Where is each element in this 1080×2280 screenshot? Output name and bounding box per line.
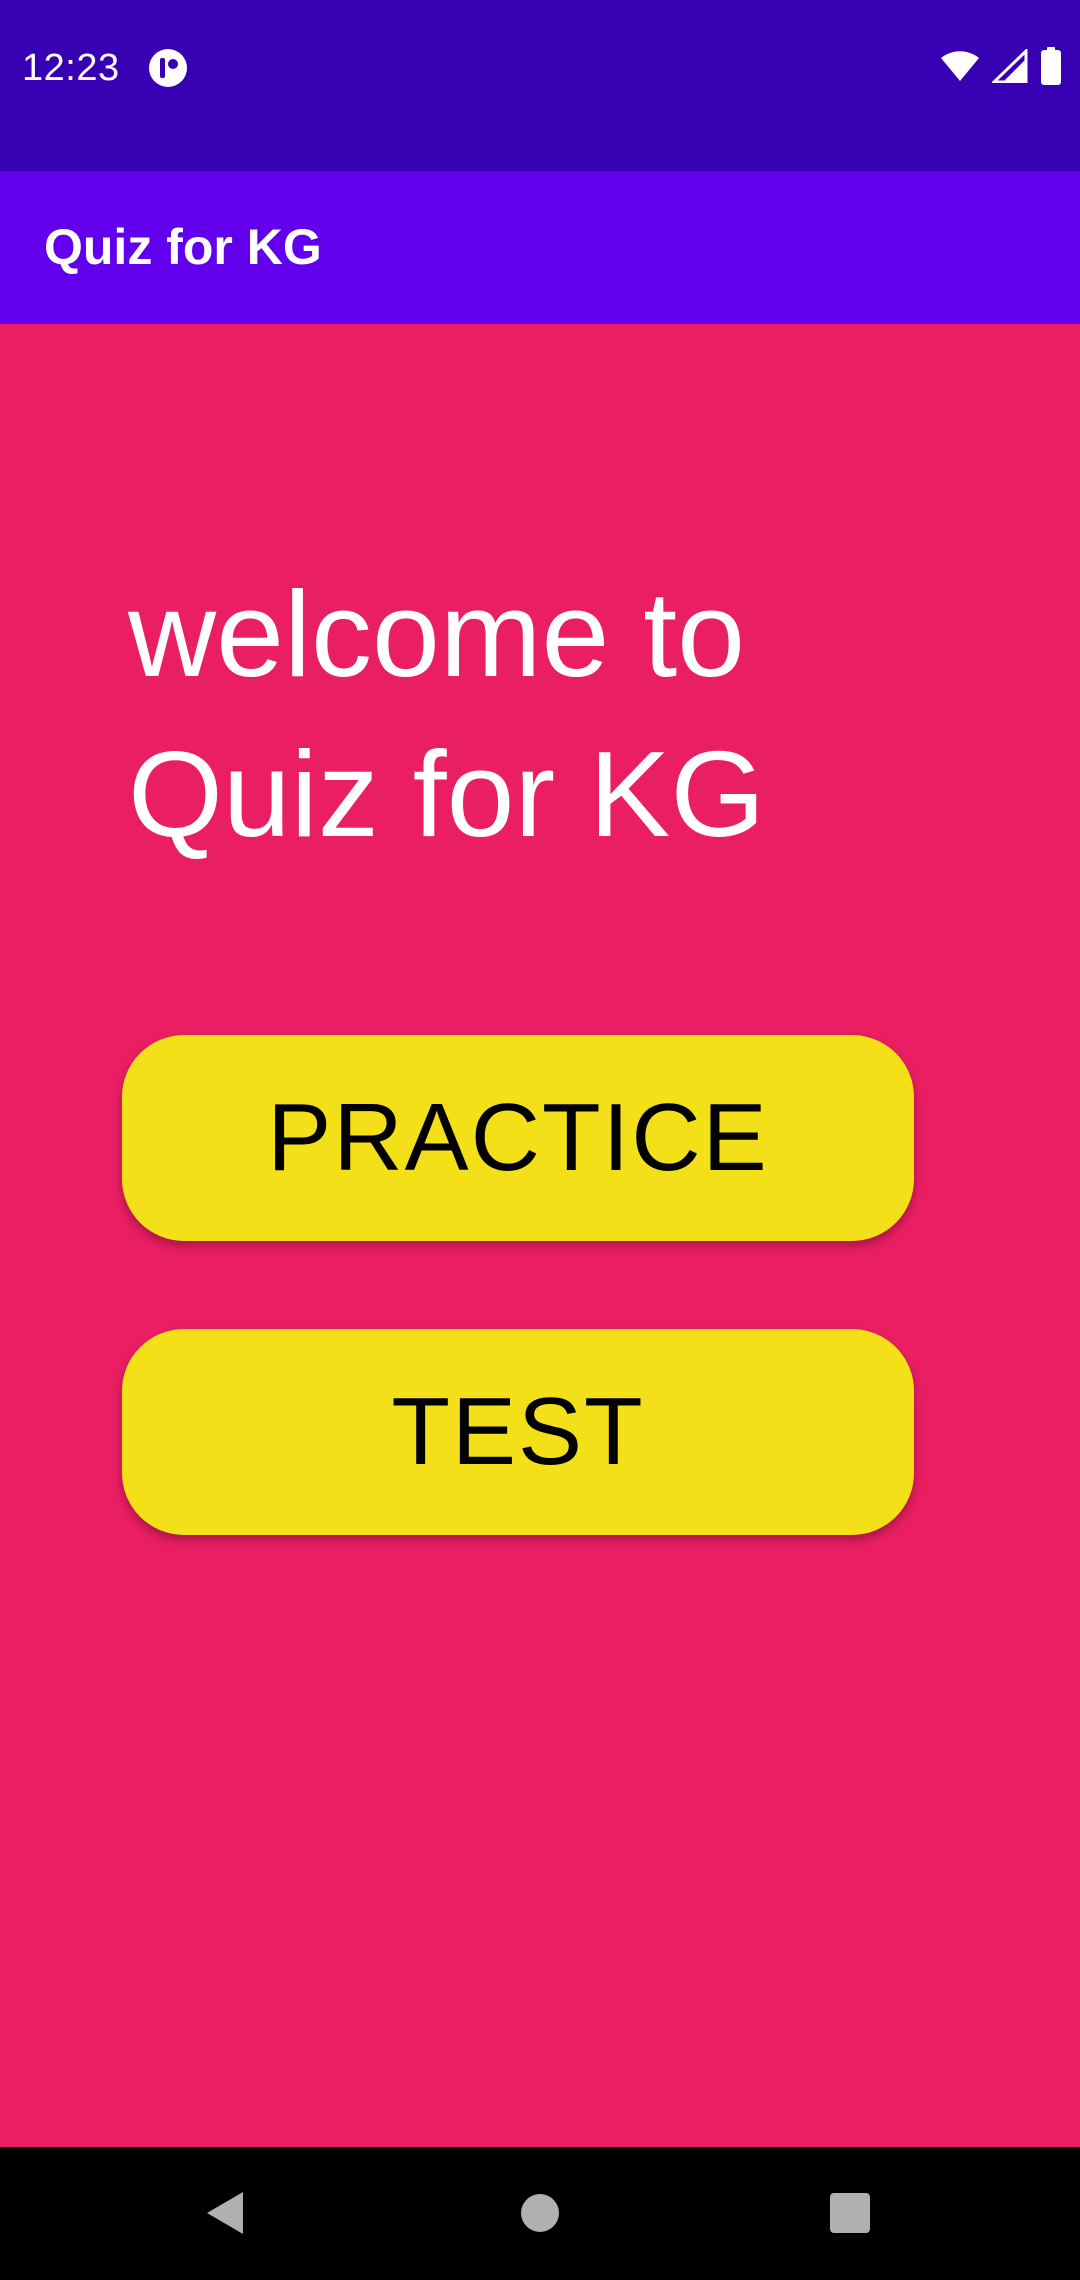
battery-icon xyxy=(1040,46,1062,90)
main-content: welcome to Quiz for KG PRACTICE TEST xyxy=(0,324,1080,2147)
recents-icon xyxy=(829,2192,871,2239)
test-button-label: TEST xyxy=(391,1378,645,1485)
app-bar: Quiz for KG xyxy=(0,171,1080,324)
wifi-icon xyxy=(940,50,980,87)
recents-button[interactable] xyxy=(810,2175,890,2255)
app-title: Quiz for KG xyxy=(44,219,322,275)
practice-button[interactable]: PRACTICE xyxy=(122,1035,914,1241)
back-icon xyxy=(203,2189,247,2242)
back-button[interactable] xyxy=(185,2175,265,2255)
practice-button-label: PRACTICE xyxy=(267,1084,769,1191)
test-button[interactable]: TEST xyxy=(122,1329,914,1535)
status-icons xyxy=(940,46,1062,90)
signal-icon xyxy=(990,46,1028,88)
notification-app-icon xyxy=(148,48,188,88)
home-button[interactable] xyxy=(500,2175,580,2255)
status-time: 12:23 xyxy=(22,47,120,89)
home-icon xyxy=(519,2192,561,2239)
navigation-bar xyxy=(0,2147,1080,2280)
welcome-heading: welcome to Quiz for KG xyxy=(128,566,766,862)
status-bar: 12:23 xyxy=(0,0,1080,171)
